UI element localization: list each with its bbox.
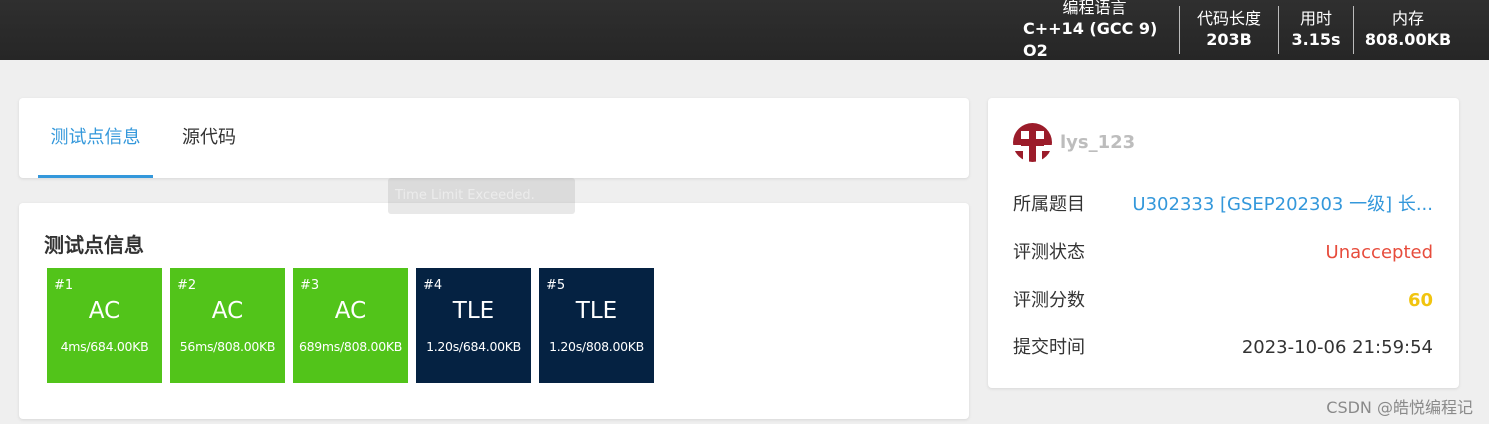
problem-label: 所属题目 (1013, 194, 1085, 215)
testpoint-status: TLE (452, 298, 495, 324)
submission-header-bar: 编程语言 C++14 (GCC 9) O2 代码长度 203B 用时 3.15s… (0, 0, 1489, 60)
testpoint-4[interactable]: #4 TLE 1.20s/684.00KB (416, 268, 531, 383)
testpoint-number: #2 (177, 278, 197, 293)
tab-source-code[interactable]: 源代码 (169, 98, 249, 178)
status-tooltip: Time Limit Exceeded. (388, 178, 575, 214)
score-row: 评测分数 60 (1013, 286, 1433, 316)
header-divider (1179, 6, 1180, 54)
avatar-identicon-icon (1013, 123, 1052, 162)
language-stat: 编程语言 C++14 (GCC 9) O2 (1023, 0, 1166, 60)
score-value: 60 (1407, 290, 1433, 311)
testpoint-time-memory: 1.20s/808.00KB (549, 339, 644, 354)
watermark: CSDN @皓悦编程记 (1326, 398, 1473, 417)
problem-row: 所属题目 U302333 [GSEP202303 一级] 长... (1013, 190, 1433, 220)
code-length-label: 代码长度 (1196, 9, 1261, 28)
testpoint-number: #1 (54, 278, 74, 293)
record-info-card: lys_123 所属题目 U302333 [GSEP202303 一级] 长..… (988, 98, 1459, 388)
username-link[interactable]: lys_123 (1060, 132, 1135, 153)
language-label: 编程语言 (1062, 0, 1127, 17)
submit-time-row: 提交时间 2023-10-06 21:59:54 (1013, 333, 1433, 363)
testpoint-1[interactable]: #1 AC 4ms/684.00KB (47, 268, 162, 383)
memory-stat: 内存 808.00KB (1363, 0, 1453, 60)
testpoint-time-memory: 4ms/684.00KB (60, 339, 149, 354)
testpoint-3[interactable]: #3 AC 689ms/808.00KB (293, 268, 408, 383)
code-length-stat: 代码长度 203B (1190, 0, 1268, 60)
header-divider (1278, 6, 1279, 54)
status-label: 评测状态 (1013, 242, 1085, 263)
testpoint-time-memory: 56ms/808.00KB (179, 339, 276, 354)
testpoint-5[interactable]: #5 TLE 1.20s/808.00KB (539, 268, 654, 383)
memory-value: 808.00KB (1364, 30, 1452, 49)
testpoints-card: 测试点信息 #1 AC 4ms/684.00KB #2 AC 56ms/808.… (19, 203, 969, 419)
language-value: C++14 (GCC 9) O2 (1023, 19, 1158, 60)
score-label: 评测分数 (1013, 290, 1085, 311)
testpoint-status: AC (334, 298, 367, 324)
testpoint-status: TLE (575, 298, 618, 324)
testpoint-number: #5 (546, 278, 566, 293)
user-avatar (1013, 123, 1052, 162)
code-length-value: 203B (1206, 30, 1252, 49)
user-row[interactable]: lys_123 (1013, 123, 1135, 162)
memory-label: 内存 (1391, 9, 1424, 28)
tab-testpoints[interactable]: 测试点信息 (38, 98, 153, 178)
problem-link[interactable]: U302333 [GSEP202303 一级] 长... (1132, 190, 1433, 220)
tabs-card: 测试点信息 源代码 (19, 98, 969, 178)
testpoint-status: AC (88, 298, 121, 324)
status-value: Unaccepted (1325, 242, 1433, 263)
active-tab-indicator (38, 175, 153, 178)
testpoint-number: #3 (300, 278, 320, 293)
testpoint-time-memory: 689ms/808.00KB (298, 339, 403, 354)
submit-time-label: 提交时间 (1013, 337, 1085, 358)
testpoint-time-memory: 1.20s/684.00KB (426, 339, 521, 354)
testpoint-status: AC (211, 298, 244, 324)
time-value: 3.15s (1291, 30, 1341, 49)
status-row: 评测状态 Unaccepted (1013, 238, 1433, 268)
testpoint-grid: #1 AC 4ms/684.00KB #2 AC 56ms/808.00KB #… (47, 268, 654, 383)
time-stat: 用时 3.15s (1289, 0, 1343, 60)
testpoints-title: 测试点信息 (44, 233, 144, 257)
header-divider (1353, 6, 1354, 54)
testpoint-number: #4 (423, 278, 443, 293)
time-label: 用时 (1299, 9, 1332, 28)
testpoint-2[interactable]: #2 AC 56ms/808.00KB (170, 268, 285, 383)
submit-time-value: 2023-10-06 21:59:54 (1241, 337, 1433, 358)
